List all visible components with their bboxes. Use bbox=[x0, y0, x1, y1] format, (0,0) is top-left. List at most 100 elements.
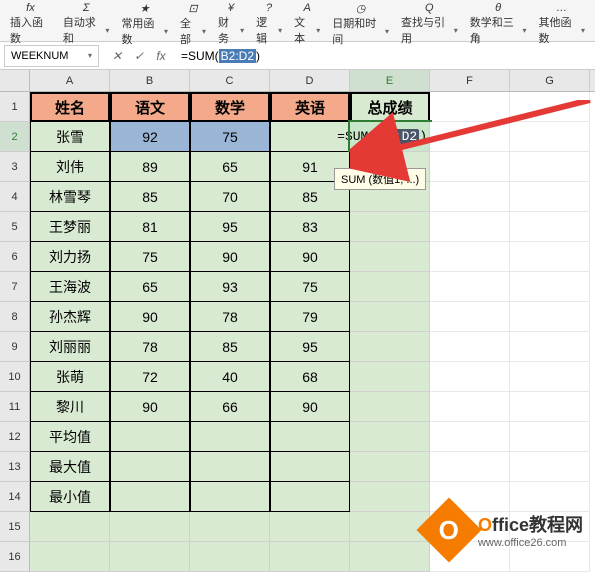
name-box[interactable]: WEEKNUM ▾ bbox=[4, 45, 99, 67]
data-cell[interactable]: 72 bbox=[110, 362, 190, 392]
cell[interactable] bbox=[430, 152, 510, 182]
col-header-f[interactable]: F bbox=[430, 70, 510, 91]
cell[interactable] bbox=[510, 122, 590, 152]
data-cell[interactable]: 95 bbox=[270, 332, 350, 362]
row-header[interactable]: 16 bbox=[0, 542, 30, 572]
cell-e[interactable] bbox=[350, 452, 430, 482]
cell[interactable] bbox=[510, 152, 590, 182]
data-cell[interactable]: 85 bbox=[190, 332, 270, 362]
cell-e[interactable] bbox=[350, 242, 430, 272]
cell-e[interactable] bbox=[350, 332, 430, 362]
cell[interactable] bbox=[510, 92, 590, 122]
chevron-down-icon[interactable]: ▾ bbox=[88, 51, 92, 60]
data-cell[interactable] bbox=[190, 482, 270, 512]
data-cell[interactable]: 75 bbox=[270, 272, 350, 302]
data-cell[interactable]: 83 bbox=[270, 212, 350, 242]
data-cell[interactable]: 95 bbox=[190, 212, 270, 242]
ribbon-datetime[interactable]: ◷ 日期和时间▾ bbox=[326, 2, 395, 40]
col-header-a[interactable]: A bbox=[30, 70, 110, 91]
header-cell[interactable]: 数学 bbox=[190, 92, 270, 122]
ribbon-other[interactable]: … 其他函数▾ bbox=[532, 2, 591, 40]
data-cell[interactable]: 85 bbox=[110, 182, 190, 212]
cell-e[interactable] bbox=[350, 392, 430, 422]
data-cell[interactable]: 92 bbox=[110, 122, 190, 152]
data-cell[interactable]: 66 bbox=[190, 392, 270, 422]
cell-e[interactable] bbox=[350, 482, 430, 512]
cell[interactable] bbox=[430, 302, 510, 332]
row-header[interactable]: 14 bbox=[0, 482, 30, 512]
cell[interactable] bbox=[430, 362, 510, 392]
spreadsheet-grid[interactable]: 1姓名语文数学英语总成绩2张雪9275=SUM(B2:D2)3刘伟8965914… bbox=[0, 92, 595, 572]
ribbon-all[interactable]: ⊡ 全部▾ bbox=[174, 2, 212, 40]
fx-icon[interactable]: fx bbox=[153, 49, 169, 63]
cell[interactable] bbox=[430, 122, 510, 152]
ribbon-logical[interactable]: ? 逻辑▾ bbox=[250, 2, 288, 40]
cell[interactable] bbox=[510, 422, 590, 452]
cell[interactable] bbox=[510, 242, 590, 272]
active-edit-cell[interactable]: =SUM(B2:D2) bbox=[350, 122, 430, 152]
cell[interactable] bbox=[430, 212, 510, 242]
header-cell[interactable]: 语文 bbox=[110, 92, 190, 122]
cell[interactable] bbox=[510, 302, 590, 332]
data-cell[interactable]: 70 bbox=[190, 182, 270, 212]
data-cell[interactable]: 78 bbox=[190, 302, 270, 332]
cell-e[interactable] bbox=[350, 422, 430, 452]
name-cell[interactable]: 孙杰辉 bbox=[30, 302, 110, 332]
cell[interactable] bbox=[30, 542, 110, 572]
data-cell[interactable] bbox=[270, 422, 350, 452]
cell-e[interactable] bbox=[350, 212, 430, 242]
cell[interactable] bbox=[510, 182, 590, 212]
ribbon-lookup[interactable]: Q 查找与引用▾ bbox=[395, 2, 464, 40]
name-cell[interactable]: 刘伟 bbox=[30, 152, 110, 182]
header-cell[interactable]: 英语 bbox=[270, 92, 350, 122]
row-header[interactable]: 8 bbox=[0, 302, 30, 332]
cell[interactable] bbox=[510, 332, 590, 362]
name-cell[interactable]: 张萌 bbox=[30, 362, 110, 392]
cell[interactable] bbox=[430, 182, 510, 212]
row-header[interactable]: 11 bbox=[0, 392, 30, 422]
ribbon-insert-function[interactable]: fx 插入函数 bbox=[4, 2, 57, 40]
cell[interactable] bbox=[270, 512, 350, 542]
data-cell[interactable]: 65 bbox=[110, 272, 190, 302]
name-cell[interactable]: 张雪 bbox=[30, 122, 110, 152]
cell[interactable] bbox=[510, 452, 590, 482]
name-cell[interactable]: 黎川 bbox=[30, 392, 110, 422]
data-cell[interactable]: 78 bbox=[110, 332, 190, 362]
cell-e[interactable] bbox=[350, 302, 430, 332]
cancel-icon[interactable]: ✕ bbox=[109, 49, 125, 63]
header-cell[interactable]: 总成绩 bbox=[350, 92, 430, 122]
data-cell[interactable]: 79 bbox=[270, 302, 350, 332]
cell[interactable] bbox=[430, 332, 510, 362]
name-cell[interactable]: 平均值 bbox=[30, 422, 110, 452]
col-header-b[interactable]: B bbox=[110, 70, 190, 91]
data-cell[interactable]: 68 bbox=[270, 362, 350, 392]
ribbon-text[interactable]: A 文本▾ bbox=[288, 2, 326, 40]
cell[interactable] bbox=[430, 392, 510, 422]
data-cell[interactable] bbox=[270, 452, 350, 482]
col-header-e[interactable]: E bbox=[350, 70, 430, 91]
col-header-d[interactable]: D bbox=[270, 70, 350, 91]
cell[interactable] bbox=[430, 422, 510, 452]
cell[interactable] bbox=[430, 92, 510, 122]
cell[interactable] bbox=[270, 542, 350, 572]
data-cell[interactable]: 90 bbox=[190, 242, 270, 272]
cell-e[interactable] bbox=[350, 272, 430, 302]
data-cell[interactable] bbox=[270, 482, 350, 512]
col-header-c[interactable]: C bbox=[190, 70, 270, 91]
row-header[interactable]: 5 bbox=[0, 212, 30, 242]
row-header[interactable]: 7 bbox=[0, 272, 30, 302]
cell[interactable] bbox=[110, 542, 190, 572]
data-cell[interactable] bbox=[110, 482, 190, 512]
data-cell[interactable]: 93 bbox=[190, 272, 270, 302]
cell[interactable] bbox=[190, 512, 270, 542]
name-cell[interactable]: 王梦丽 bbox=[30, 212, 110, 242]
cell[interactable] bbox=[510, 392, 590, 422]
data-cell[interactable]: 90 bbox=[270, 242, 350, 272]
data-cell[interactable]: 75 bbox=[110, 242, 190, 272]
cell[interactable] bbox=[430, 242, 510, 272]
header-cell[interactable]: 姓名 bbox=[30, 92, 110, 122]
cell[interactable] bbox=[430, 452, 510, 482]
formula-input[interactable]: =SUM(B2:D2) bbox=[175, 49, 595, 63]
cell[interactable] bbox=[190, 542, 270, 572]
data-cell[interactable] bbox=[110, 452, 190, 482]
